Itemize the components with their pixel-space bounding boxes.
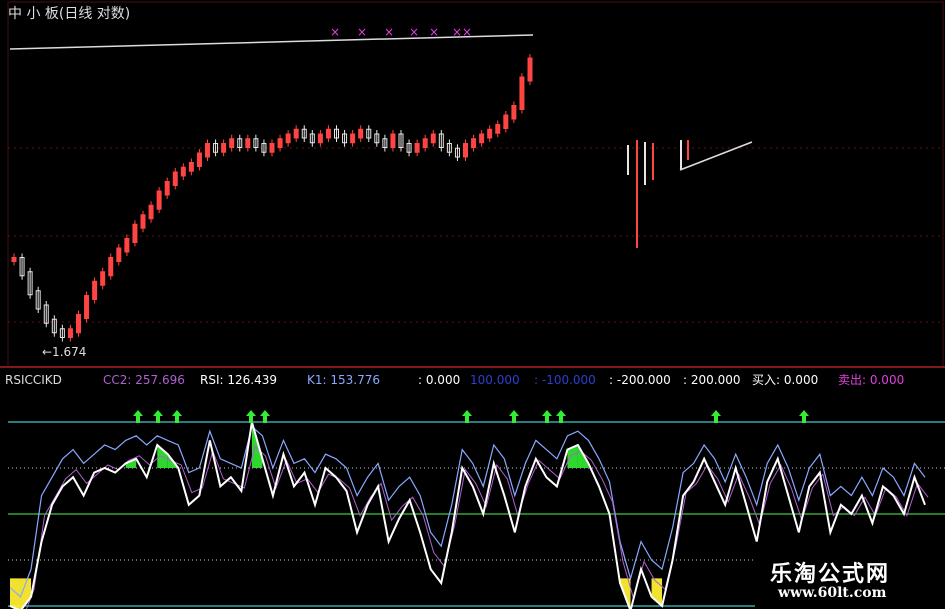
chart-title: 中 小 板(日线 对数) — [8, 6, 130, 22]
indicator-name: RSICCIKD — [5, 373, 62, 387]
x-marker: × — [330, 25, 340, 39]
indicator-item: 100.000 — [470, 373, 520, 387]
oversold-fill — [10, 578, 21, 609]
candle-body — [293, 128, 299, 139]
low-price-label: ←1.674 — [42, 345, 86, 359]
indicator-item: 买入: 0.000 — [752, 373, 818, 387]
x-marker: ×× — [452, 25, 472, 39]
candle-body — [148, 204, 154, 220]
x-marker: × — [357, 25, 367, 39]
candle-body — [84, 295, 90, 319]
indicator-legend: CC2: 257.696 RSI: 126.439 K1: 153.776 : 0.0… — [103, 373, 904, 387]
candle-body — [358, 128, 364, 139]
candle-body — [108, 257, 114, 277]
candle-body — [140, 214, 146, 229]
candle-body — [116, 247, 122, 262]
candle-body — [325, 128, 331, 139]
indicator-item: : 0.000 — [418, 373, 460, 387]
x-marker: × — [384, 25, 394, 39]
candle-body — [422, 138, 428, 148]
candle-body — [229, 138, 235, 148]
watermark-url: www.60lt.com — [778, 585, 887, 601]
indicator-item: : 200.000 — [683, 373, 740, 387]
candle-body — [471, 138, 477, 148]
x-marker: × — [409, 25, 419, 39]
candle-body — [317, 133, 323, 144]
candle-body — [100, 271, 106, 286]
candle-body — [277, 138, 283, 148]
candle-body — [350, 133, 356, 144]
candle-body — [414, 143, 420, 153]
candle-body — [479, 133, 485, 144]
candle-body — [76, 314, 81, 334]
candle-body — [285, 133, 291, 144]
stock-chart: 中 小 板(日线 对数) × × × × × ×× ←1.674 RSICCIKD CC2… — [0, 0, 945, 609]
candle-body — [511, 105, 517, 120]
candle-body — [205, 143, 210, 158]
candle-body — [67, 328, 73, 338]
candle-body — [430, 133, 436, 144]
candle-body — [172, 171, 178, 186]
candle-body — [11, 257, 17, 262]
indicator-item: : -200.000 — [609, 373, 671, 387]
candle-body — [487, 128, 493, 139]
indicator-item: : -100.000 — [534, 373, 596, 387]
candle-body — [196, 152, 202, 167]
indicator-item: K1: 153.776 — [307, 373, 380, 387]
candle-body — [164, 181, 170, 196]
candle-body — [221, 143, 227, 153]
candle-body — [269, 143, 275, 153]
candle-body — [527, 57, 533, 82]
candle-body — [245, 138, 251, 148]
candle-body — [188, 162, 194, 172]
candle-body — [132, 223, 138, 243]
candle-body — [495, 124, 501, 134]
indicator-item: CC2: 257.696 — [103, 373, 185, 387]
candle-body — [92, 280, 98, 300]
chart-background — [0, 0, 945, 609]
watermark-title: 乐淘公式网 — [770, 562, 891, 587]
candle-body — [124, 238, 130, 253]
candle-body — [463, 143, 468, 158]
candle-body — [503, 114, 509, 129]
x-marker: × — [429, 25, 439, 39]
indicator-item: 卖出: 0.000 — [838, 373, 904, 387]
candle-body — [519, 76, 525, 110]
candle-body — [156, 190, 162, 210]
candle-body — [390, 133, 396, 148]
indicator-item: RSI: 126.439 — [200, 373, 277, 387]
candle-body — [180, 166, 186, 177]
